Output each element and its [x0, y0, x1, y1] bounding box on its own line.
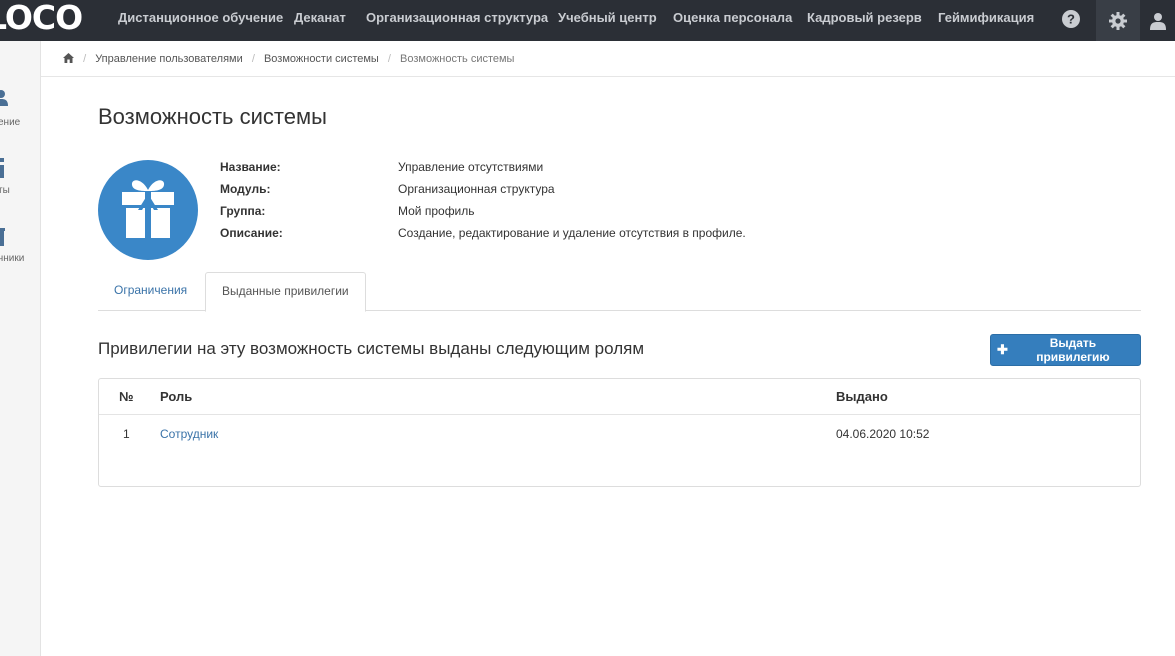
column-header-role: Роль [160, 389, 193, 404]
grant-privilege-button[interactable]: ✚ Выдать привилегию [990, 334, 1141, 366]
breadcrumb-separator: / [387, 53, 391, 65]
breadcrumb: / Управление пользователями / Возможност… [41, 41, 1175, 77]
info-icon [0, 158, 4, 178]
page-title: Возможность системы [98, 104, 327, 129]
sidebar-item-directories[interactable]: чники [0, 225, 40, 275]
users-icon [0, 90, 8, 106]
table-header: № Роль Выдано [99, 379, 1140, 415]
table-row: 1 Сотрудник 04.06.2020 10:52 [99, 415, 1140, 451]
gear-icon[interactable] [1096, 0, 1140, 41]
property-value: Создание, редактирование и удаление отсу… [398, 226, 746, 240]
cell-issued: 04.06.2020 10:52 [836, 427, 930, 441]
privileges-table: № Роль Выдано 1 Сотрудник 04.06.2020 10:… [98, 378, 1141, 487]
property-value: Мой профиль [398, 204, 475, 218]
breadcrumb-system-features[interactable]: Возможности системы [264, 53, 379, 65]
sidebar-item-label: чники [0, 253, 25, 264]
property-key: Модуль: [220, 182, 271, 196]
feature-icon-circle [98, 160, 198, 260]
breadcrumb-user-management[interactable]: Управление пользователями [95, 53, 243, 65]
tabs: Ограничения Выданные привилегии [98, 272, 1141, 312]
sidebar-item-label: ение [0, 117, 21, 128]
tab-granted-privileges[interactable]: Выданные привилегии [205, 272, 366, 312]
sidebar-item-label: ты [0, 185, 10, 196]
gift-icon [122, 180, 174, 238]
breadcrumb-separator: / [83, 53, 87, 65]
nav-distance-learning[interactable]: Дистанционное обучение [118, 0, 283, 41]
nav-gamification[interactable]: Геймификация [938, 0, 1034, 41]
cell-number: 1 [123, 427, 130, 441]
role-link[interactable]: Сотрудник [160, 427, 218, 441]
nav-org-structure[interactable]: Организационная структура [366, 0, 548, 41]
column-header-issued: Выдано [836, 389, 888, 404]
grant-privilege-label: Выдать привилегию [1036, 336, 1110, 364]
book-icon [0, 228, 5, 246]
home-icon[interactable] [63, 53, 74, 63]
nav-talent-pool[interactable]: Кадровый резерв [807, 0, 922, 41]
breadcrumb-current: Возможность системы [400, 53, 515, 65]
left-sidebar: ение ты чники [0, 41, 41, 656]
column-header-number: № [119, 389, 134, 404]
help-icon[interactable]: ? [1051, 0, 1091, 39]
property-key: Название: [220, 160, 281, 174]
app-logo[interactable]: LOCO [0, 0, 100, 41]
plus-icon: ✚ [997, 342, 1008, 357]
nav-personnel-assessment[interactable]: Оценка персонала [673, 0, 792, 41]
svg-text:?: ? [1067, 11, 1075, 26]
sidebar-item-management[interactable]: ение [0, 89, 40, 139]
section-title: Привилегии на эту возможность системы вы… [98, 339, 645, 358]
nav-dean-office[interactable]: Деканат [294, 0, 346, 41]
property-key: Группа: [220, 204, 266, 218]
nav-training-center[interactable]: Учебный центр [558, 0, 657, 41]
property-key: Описание: [220, 226, 283, 240]
user-icon[interactable] [1140, 0, 1175, 41]
top-navbar: LOCO Дистанционное обучение Деканат Орга… [0, 0, 1175, 41]
sidebar-item-reports[interactable]: ты [0, 156, 40, 206]
tab-restrictions[interactable]: Ограничения [98, 272, 203, 310]
breadcrumb-separator: / [251, 53, 255, 65]
property-value: Управление отсутствиями [398, 160, 544, 174]
property-value: Организационная структура [398, 182, 555, 196]
